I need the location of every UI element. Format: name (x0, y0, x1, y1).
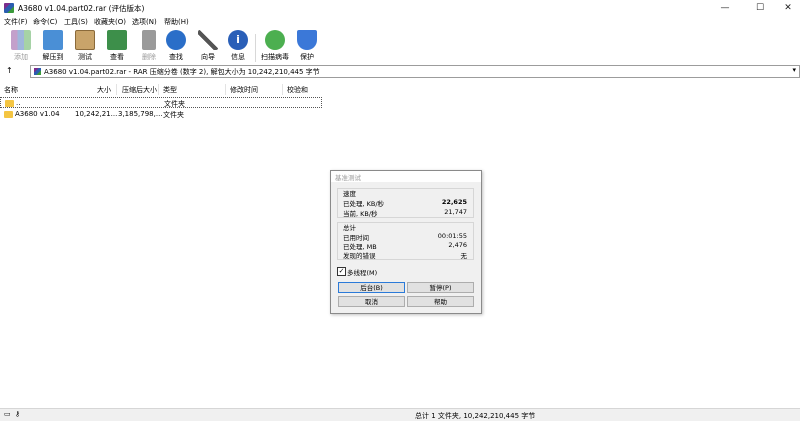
toolbar-test-label: 测试 (78, 53, 92, 61)
address-bar: ↑ A3680 v1.04.part02.rar - RAR 压缩分卷 (数字 … (0, 64, 800, 79)
pause-button[interactable]: 暂停(P) (407, 282, 474, 293)
maximize-button[interactable]: ☐ (745, 0, 775, 16)
toolbar-scan-label: 扫描病毒 (261, 53, 289, 61)
column-packed[interactable]: 压缩后大小 (122, 85, 157, 95)
column-divider[interactable] (225, 84, 226, 95)
test-clipboard-icon (75, 30, 95, 50)
window-title: A3680 v1.04.part02.rar (评估版本) (18, 4, 145, 13)
background-button[interactable]: 后台(B) (338, 282, 405, 293)
key-icon[interactable]: ⚷ (15, 410, 20, 418)
status-bar: ▭ ⚷ 总计 1 文件夹, 10,242,210,445 字节 (0, 408, 800, 421)
file-list-header: 名称 大小 压缩后大小 类型 修改时间 校验和 (0, 84, 322, 95)
trash-icon (142, 30, 156, 50)
menu-tools[interactable]: 工具(S) (64, 17, 88, 27)
help-button[interactable]: 帮助 (407, 296, 474, 307)
column-name[interactable]: 名称 (4, 85, 18, 95)
winrar-app-icon (4, 3, 14, 13)
speed-group: 速度 已处理, KB/秒 22,625 当前, KB/秒 21,747 (337, 188, 474, 218)
menu-help[interactable]: 帮助(H) (164, 17, 189, 27)
shield-icon (297, 30, 317, 50)
toolbar-view-label: 查看 (110, 53, 124, 61)
file-type: 文件夹 (164, 100, 185, 108)
virus-scan-icon (265, 30, 285, 50)
menu-options[interactable]: 选项(N) (132, 17, 157, 27)
menu-commands[interactable]: 命令(C) (33, 17, 57, 27)
wand-icon (198, 30, 218, 50)
address-field[interactable]: A3680 v1.04.part02.rar - RAR 压缩分卷 (数字 2)… (30, 65, 800, 78)
processed-mb-value: 2,476 (448, 241, 467, 249)
toolbar-add-label: 添加 (14, 53, 28, 61)
up-arrow-icon[interactable]: ↑ (6, 66, 13, 75)
speed-label: 速度 (343, 190, 356, 198)
menu-bar: 文件(F) 命令(C) 工具(S) 收藏夹(O) 选项(N) 帮助(H) (0, 16, 800, 28)
errors-label: 发现的错误 (343, 252, 376, 260)
cancel-button[interactable]: 取消 (338, 296, 405, 307)
file-packed-size: 3,185,798,... (118, 110, 163, 118)
toolbar: 添加 解压到 测试 查看 删除 查找 向导 i 信息 扫描病毒 保护 (0, 28, 800, 64)
elapsed-time-value: 00:01:55 (437, 232, 467, 240)
toolbar-add-button[interactable]: 添加 (6, 30, 36, 64)
file-type: 文件夹 (163, 111, 184, 119)
toolbar-test-button[interactable]: 测试 (70, 30, 100, 64)
toolbar-delete-label: 删除 (142, 53, 156, 61)
toolbar-scan-button[interactable]: 扫描病毒 (260, 30, 290, 64)
column-type[interactable]: 类型 (163, 85, 177, 95)
extract-folder-icon (43, 30, 63, 50)
menu-favorites[interactable]: 收藏夹(O) (94, 17, 126, 27)
toolbar-delete-button[interactable]: 删除 (134, 30, 164, 64)
toolbar-find-button[interactable]: 查找 (161, 30, 191, 64)
toolbar-info-button[interactable]: i 信息 (223, 30, 253, 64)
view-book-icon (107, 30, 127, 50)
toolbar-find-label: 查找 (169, 53, 183, 61)
total-group: 总计 已用时间 00:01:55 已处理, MB 2,476 发现的错误 无 (337, 222, 474, 260)
errors-value: 无 (460, 252, 468, 260)
minimize-button[interactable]: — (710, 0, 740, 16)
menu-file[interactable]: 文件(F) (4, 17, 28, 27)
column-size[interactable]: 大小 (97, 85, 111, 95)
toolbar-extract-label: 解压到 (42, 53, 64, 61)
folder-icon (5, 100, 14, 107)
total-label: 总计 (343, 224, 356, 232)
toolbar-protect-button[interactable]: 保护 (292, 30, 322, 64)
folder-icon (4, 111, 13, 118)
multithread-checkbox[interactable]: ✓ (337, 267, 346, 276)
list-item[interactable]: .. 文件夹 (0, 97, 322, 108)
current-rate-label: 当前, KB/秒 (343, 210, 378, 218)
list-item[interactable]: A3680 v1.04 10,242,21... 3,185,798,... 文… (0, 109, 322, 120)
current-rate-value: 21,747 (444, 208, 467, 216)
column-modified[interactable]: 修改时间 (230, 85, 258, 95)
file-name: .. (16, 99, 21, 107)
info-icon: i (228, 30, 248, 50)
chevron-down-icon[interactable]: ▾ (792, 66, 796, 74)
column-divider[interactable] (282, 84, 283, 95)
magnifier-icon (166, 30, 186, 50)
dialog-title-bar: 基准测试 (331, 171, 481, 182)
toolbar-info-label: 信息 (231, 53, 245, 61)
file-size: 10,242,21... (75, 110, 118, 118)
dialog-title: 基准测试 (335, 174, 361, 182)
rar-archive-icon (34, 68, 41, 75)
toolbar-wizard-label: 向导 (201, 53, 215, 61)
processed-rate-value: 22,625 (441, 198, 467, 206)
toolbar-extract-button[interactable]: 解压到 (38, 30, 68, 64)
toolbar-separator (255, 34, 256, 62)
toolbar-protect-label: 保护 (300, 53, 314, 61)
column-checksum[interactable]: 校验和 (287, 85, 308, 95)
toolbar-view-button[interactable]: 查看 (102, 30, 132, 64)
toolbar-wizard-button[interactable]: 向导 (193, 30, 223, 64)
add-archive-icon (11, 30, 31, 50)
title-bar: A3680 v1.04.part02.rar (评估版本) — ☐ ✕ (0, 0, 800, 16)
drive-icon[interactable]: ▭ (4, 410, 11, 418)
multithread-label[interactable]: 多线程(M) (347, 267, 377, 277)
processed-rate-label: 已处理, KB/秒 (343, 200, 385, 208)
column-divider[interactable] (158, 84, 159, 95)
close-button[interactable]: ✕ (773, 0, 800, 16)
file-name: A3680 v1.04 (15, 110, 60, 118)
column-divider[interactable] (116, 84, 117, 95)
archive-path: A3680 v1.04.part02.rar - RAR 压缩分卷 (数字 2)… (44, 68, 320, 76)
